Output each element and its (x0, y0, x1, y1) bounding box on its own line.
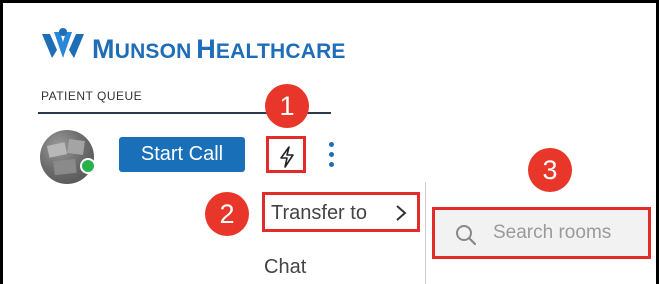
start-call-button[interactable]: Start Call (119, 137, 245, 172)
logo-wordmark: MUNSON HEALTHCARE (92, 34, 346, 64)
more-options-button[interactable] (326, 142, 338, 170)
lightning-bolt-icon (280, 146, 294, 168)
dropdown-divider (425, 182, 426, 284)
search-rooms-input[interactable] (493, 220, 643, 246)
logo-mark-icon (42, 28, 84, 58)
transfer-to-label: Transfer to (271, 202, 367, 224)
callout-badge-2: 2 (205, 192, 249, 236)
callout-badge-1: 1 (265, 84, 309, 128)
search-rooms-field[interactable] (432, 207, 651, 259)
chat-menu-item[interactable]: Chat (264, 256, 306, 279)
patient-queue-label: PATIENT QUEUE (41, 89, 143, 103)
search-icon (456, 225, 477, 246)
online-status-indicator (80, 158, 96, 174)
transfer-to-menu-item[interactable]: Transfer to (262, 192, 420, 232)
chevron-right-icon (396, 205, 407, 221)
callout-badge-3: 3 (528, 148, 572, 192)
patient-avatar[interactable] (40, 130, 94, 184)
quick-action-button[interactable] (266, 136, 306, 173)
